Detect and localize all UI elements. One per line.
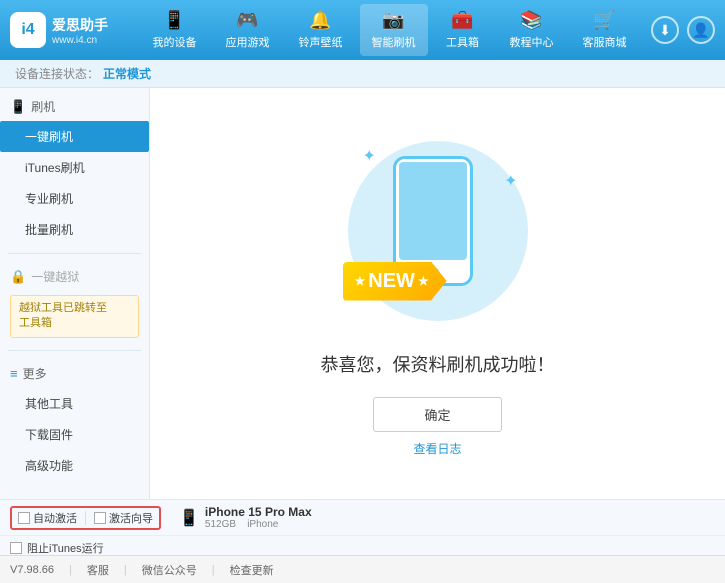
store-icon: 🛒 (593, 10, 615, 31)
footer-check-update[interactable]: 检查更新 (230, 562, 274, 578)
app-url: www.i4.cn (52, 35, 108, 46)
tools-icon: 🧰 (451, 10, 473, 31)
sidebar-item-advanced[interactable]: 高级功能 (0, 450, 149, 481)
phone-illustration: ✦ ✦ ✦ ★ NEW ★ (338, 131, 538, 331)
device-info: 📱 iPhone 15 Pro Max 512GB iPhone (179, 505, 312, 530)
sidebar-item-other-tools[interactable]: 其他工具 (0, 388, 149, 419)
flash-section-icon: 📱 (10, 99, 26, 115)
main-content: ✦ ✦ ✦ ★ NEW ★ 恭喜您，保资料刷机成功啦！ 确定 查看日志 (150, 88, 725, 499)
sidebar-jailbreak-notice: 越狱工具已跳转至工具箱 (10, 295, 139, 338)
device-name: iPhone 15 Pro Max (205, 505, 312, 519)
itunes-checkbox[interactable] (10, 542, 22, 554)
sidebar-item-download-fw[interactable]: 下载固件 (0, 419, 149, 450)
nav-flash-label: 智能刷机 (372, 34, 416, 50)
nav-ringtone[interactable]: 🔔 铃声壁纸 (287, 4, 355, 56)
footer-support[interactable]: 客服 (87, 562, 109, 578)
sidebar-divider-2 (8, 350, 141, 351)
device-details: 512GB iPhone (205, 519, 312, 530)
sidebar-divider-1 (8, 253, 141, 254)
download-button[interactable]: ⬇ (651, 16, 679, 44)
nav-my-device[interactable]: 📱 我的设备 (141, 4, 209, 56)
nav-apps-label: 应用游戏 (226, 34, 270, 50)
sidebar-section-flash-label: 刷机 (31, 98, 55, 115)
sidebar-section-more: ≡ 更多 (0, 359, 149, 388)
sidebar-jailbreak-label: 一键越狱 (31, 268, 79, 285)
sidebar-item-batch-flash[interactable]: 批量刷机 (0, 214, 149, 245)
sep (85, 511, 86, 525)
more-section-icon: ≡ (10, 366, 18, 381)
app-name: 爱思助手 (52, 15, 108, 35)
device-controls-box: 自动激活 激活向导 (10, 506, 161, 530)
tutorial-icon: 📚 (520, 10, 542, 31)
auto-activate-checkbox[interactable] (18, 512, 30, 524)
sparkle-1: ✦ (363, 146, 376, 166)
nav-tools-label: 工具箱 (446, 34, 479, 50)
sparkle-2: ✦ (504, 171, 517, 191)
new-ribbon: ★ NEW ★ (343, 262, 447, 301)
jailbreak-icon: 🔒 (10, 269, 26, 285)
status-bar: 设备连接状态： 正常模式 (0, 60, 725, 88)
nav-store-label: 客服商城 (583, 34, 627, 50)
status-footer: V7.98.66 | 客服 | 微信公众号 | 检查更新 (0, 555, 725, 583)
activate-guide-label: 激活向导 (109, 510, 153, 526)
status-value: 正常模式 (103, 65, 151, 82)
nav-tutorial-label: 教程中心 (510, 34, 554, 50)
nav-flash[interactable]: 📷 智能刷机 (360, 4, 428, 56)
confirm-button[interactable]: 确定 (373, 397, 501, 432)
nav-tutorial[interactable]: 📚 教程中心 (498, 4, 566, 56)
version: V7.98.66 (10, 564, 54, 576)
header-right: ⬇ 👤 (651, 16, 715, 44)
auto-activate[interactable]: 自动激活 (18, 510, 77, 526)
new-star-right: ★ (418, 274, 429, 288)
activate-guide[interactable]: 激活向导 (94, 510, 153, 526)
auto-activate-label: 自动激活 (33, 510, 77, 526)
sidebar-section-flash: 📱 刷机 (0, 92, 149, 121)
activate-guide-checkbox[interactable] (94, 512, 106, 524)
new-star-left: ★ (355, 274, 366, 288)
device-phone-icon: 📱 (179, 508, 199, 528)
apps-icon: 🎮 (236, 10, 258, 31)
status-prefix: 设备连接状态： (15, 65, 99, 82)
sidebar-item-pro-flash[interactable]: 专业刷机 (0, 183, 149, 214)
device-icon: 📱 (163, 10, 185, 31)
user-button[interactable]: 👤 (687, 16, 715, 44)
nav-bar: 📱 我的设备 🎮 应用游戏 🔔 铃声壁纸 📷 智能刷机 🧰 工具箱 📚 (128, 4, 651, 56)
sidebar-item-itunes-flash[interactable]: iTunes刷机 (0, 152, 149, 183)
phone-screen (399, 162, 467, 260)
sidebar-more-label: 更多 (23, 365, 47, 382)
sidebar: 📱 刷机 一键刷机 iTunes刷机 专业刷机 批量刷机 🔒 一键越狱 (0, 88, 150, 499)
nav-apps[interactable]: 🎮 应用游戏 (214, 4, 282, 56)
footer-wechat[interactable]: 微信公众号 (142, 562, 197, 578)
itunes-label: 阻止iTunes运行 (27, 540, 104, 556)
sidebar-item-onekey-flash[interactable]: 一键刷机 (0, 121, 149, 152)
logo-icon: i4 (10, 12, 46, 48)
nav-my-device-label: 我的设备 (153, 34, 197, 50)
sidebar-section-jailbreak: 🔒 一键越狱 (0, 262, 149, 291)
success-text: 恭喜您，保资料刷机成功啦！ (321, 351, 555, 377)
app-logo: i4 爱思助手 www.i4.cn (10, 12, 108, 48)
view-log-link[interactable]: 查看日志 (413, 440, 461, 457)
nav-tools[interactable]: 🧰 工具箱 (433, 4, 493, 56)
ringtone-icon: 🔔 (309, 10, 331, 31)
nav-ringtone-label: 铃声壁纸 (299, 34, 343, 50)
new-label: NEW (368, 270, 415, 293)
flash-icon: 📷 (382, 10, 404, 31)
nav-store[interactable]: 🛒 客服商城 (571, 4, 639, 56)
